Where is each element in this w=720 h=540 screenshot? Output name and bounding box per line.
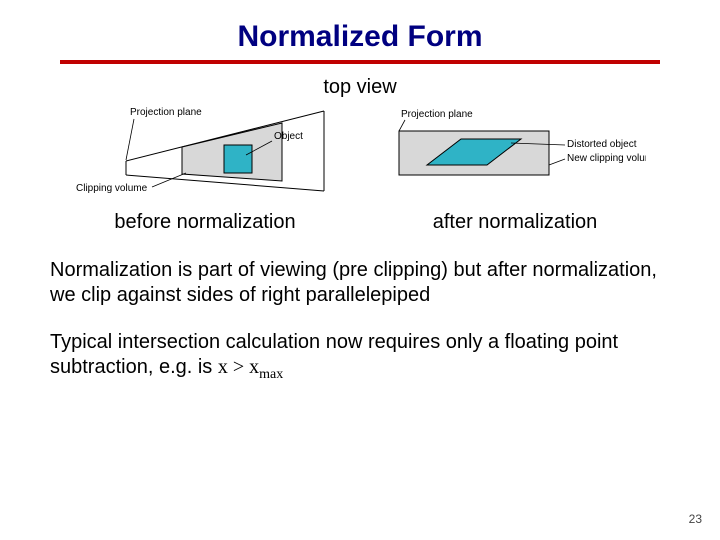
captions-row: before normalization after normalization <box>50 211 670 234</box>
topview-label: top view <box>50 76 670 99</box>
figures-row: Projection plane Object Clipping volume … <box>50 103 670 203</box>
title-rule <box>60 60 660 64</box>
label-new-clip: New clipping volume <box>567 153 646 164</box>
figure-before: Projection plane Object Clipping volume <box>74 103 349 203</box>
label-distorted: Distorted object <box>567 139 637 150</box>
label-proj-plane-before: Projection plane <box>130 107 202 118</box>
x-var: x <box>218 356 228 378</box>
page-number: 23 <box>689 512 702 526</box>
xmax-sub: max <box>259 367 283 382</box>
figure-after: Projection plane Distorted object New cl… <box>371 103 646 203</box>
xmax-x: x <box>249 356 259 378</box>
label-clipping-before: Clipping volume <box>76 183 148 194</box>
caption-before: before normalization <box>50 211 360 234</box>
slide-title: Normalized Form <box>50 20 670 54</box>
paragraph-1: Normalization is part of viewing (pre cl… <box>50 258 670 308</box>
label-proj-plane-after: Projection plane <box>401 109 473 120</box>
label-object-before: Object <box>274 131 303 142</box>
gt-sym: > <box>228 356 249 378</box>
paragraph-2: Typical intersection calculation now req… <box>50 330 670 384</box>
para2-text: Typical intersection calculation now req… <box>50 331 618 378</box>
caption-after: after normalization <box>360 211 670 234</box>
